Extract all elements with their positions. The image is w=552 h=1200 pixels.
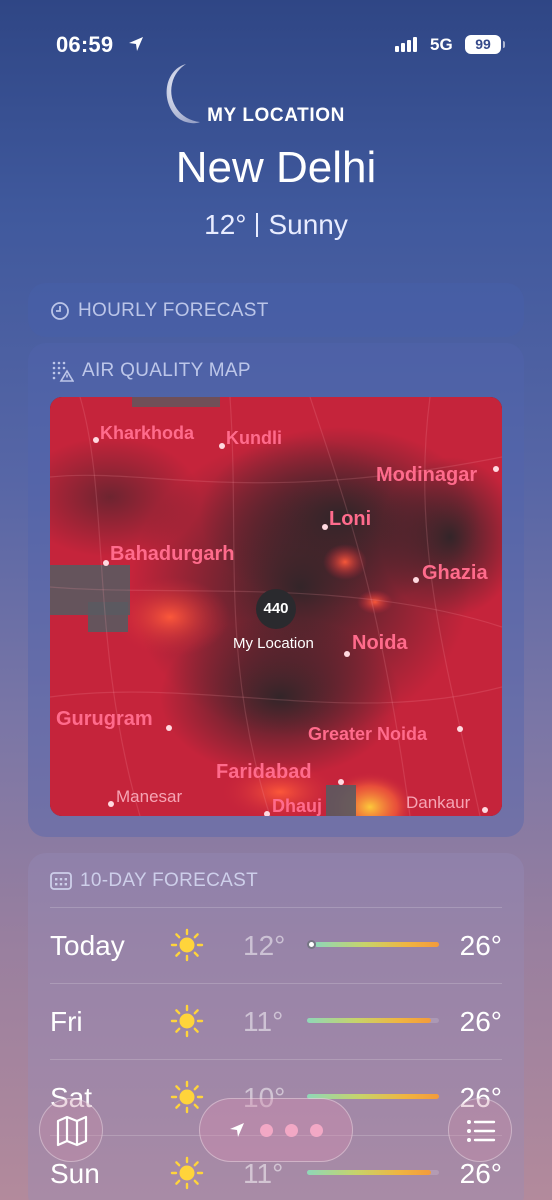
- place-dot: [219, 443, 225, 449]
- hourly-forecast-card[interactable]: HOURLY FORECAST: [28, 283, 524, 337]
- hourly-forecast-header: HOURLY FORECAST: [50, 300, 269, 322]
- place-label: Gurugram: [56, 708, 153, 730]
- place-dot: [166, 725, 172, 731]
- place-label: Dankaur: [406, 793, 471, 812]
- air-quality-header: AIR QUALITY MAP: [50, 359, 251, 383]
- temperature-range-bar: [307, 1018, 439, 1023]
- status-time: 06:59: [56, 32, 114, 57]
- place-label: Bahadurgarh: [110, 543, 235, 565]
- sun-icon: [170, 1156, 204, 1190]
- clock-icon: [51, 302, 69, 320]
- place-label: Greater Noida: [308, 724, 428, 744]
- forecast-low: 11°: [243, 1006, 284, 1037]
- temperature-range-bar: [307, 940, 439, 949]
- current-temp-marker: [307, 940, 316, 949]
- forecast-row-today[interactable]: Today 12° 26°: [50, 907, 502, 983]
- place-dot: [322, 524, 328, 530]
- forecast-day: Today: [50, 930, 125, 961]
- forecast-low: 12°: [243, 930, 286, 961]
- map-icon: [56, 1115, 88, 1147]
- air-quality-card[interactable]: AIR QUALITY MAP Kharkhoda Kundli Modinag…: [28, 343, 524, 837]
- place-label: Dhauj: [272, 796, 323, 816]
- air-quality-icon: [52, 361, 74, 382]
- current-temperature: 12°: [204, 209, 247, 240]
- page-dot[interactable]: [310, 1124, 323, 1137]
- place-dot: [264, 811, 270, 816]
- calendar-icon: [50, 872, 72, 890]
- list-icon: [467, 1120, 496, 1142]
- forecast-high: 26°: [459, 1006, 502, 1037]
- place-label: Kundli: [226, 428, 282, 448]
- hourly-forecast-title: HOURLY FORECAST: [78, 300, 269, 321]
- temperature-range-bar: [307, 1170, 439, 1175]
- air-quality-map[interactable]: Kharkhoda Kundli Modinagar Loni Bahadurg…: [50, 397, 502, 816]
- sun-icon: [170, 928, 204, 962]
- place-dot: [344, 651, 350, 657]
- forecast-low: 11°: [243, 1158, 284, 1189]
- place-dot: [93, 437, 99, 443]
- place-dot: [108, 801, 114, 807]
- sun-icon: [170, 1080, 204, 1114]
- current-conditions: 12° Sunny: [0, 209, 552, 241]
- ten-day-forecast-header: 10-DAY FORECAST: [50, 870, 258, 892]
- battery-icon: 99: [465, 35, 505, 54]
- page-indicator[interactable]: [199, 1098, 353, 1162]
- locations-list-button[interactable]: [448, 1098, 512, 1162]
- place-label: Faridabad: [216, 761, 312, 783]
- place-dot: [338, 779, 344, 785]
- forecast-day: Fri: [50, 1006, 83, 1037]
- place-dot: [457, 726, 463, 732]
- place-dot: [482, 807, 488, 813]
- page-dot[interactable]: [285, 1124, 298, 1137]
- city-name: New Delhi: [175, 143, 377, 192]
- place-label: Noida: [352, 632, 408, 654]
- signal-icon: [395, 36, 417, 52]
- map-button[interactable]: [39, 1098, 103, 1162]
- place-dot: [413, 577, 419, 583]
- location-subtitle: MY LOCATION: [207, 105, 345, 126]
- forecast-day: Sun: [50, 1158, 100, 1189]
- forecast-row-fri[interactable]: Fri 11° 26°: [50, 983, 502, 1059]
- ten-day-forecast-title: 10-DAY FORECAST: [80, 870, 259, 891]
- my-location-label: My Location: [233, 635, 314, 652]
- forecast-high: 26°: [459, 1158, 502, 1189]
- air-quality-title: AIR QUALITY MAP: [82, 360, 251, 381]
- forecast-high: 26°: [459, 930, 502, 961]
- place-label: Ghazia: [422, 562, 488, 584]
- status-bar: 06:59 5G 99: [0, 30, 552, 62]
- place-label: Loni: [329, 508, 372, 530]
- location-arrow-icon: [230, 1123, 244, 1137]
- page-dot[interactable]: [260, 1124, 273, 1137]
- place-label: Manesar: [116, 787, 183, 806]
- place-dot: [103, 560, 109, 566]
- place-label: Modinagar: [376, 464, 478, 486]
- place-label: Kharkhoda: [100, 423, 195, 443]
- location-arrow-icon: [129, 37, 143, 51]
- sun-icon: [170, 1004, 204, 1038]
- separator: [256, 213, 259, 237]
- current-condition: Sunny: [268, 209, 348, 240]
- aqi-location-pin[interactable]: 440: [256, 589, 296, 629]
- network-type: 5G: [430, 35, 453, 54]
- place-dot: [493, 466, 499, 472]
